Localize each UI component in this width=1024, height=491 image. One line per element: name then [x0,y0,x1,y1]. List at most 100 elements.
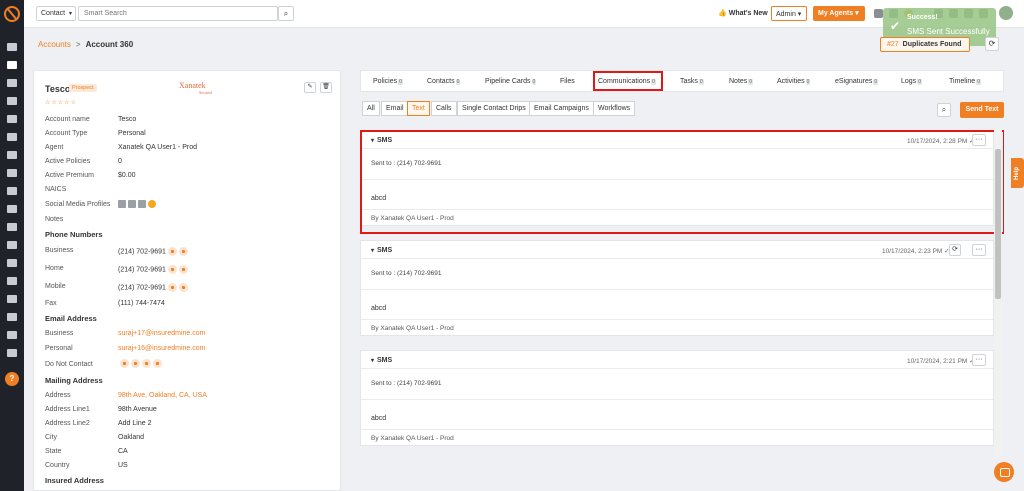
subtab-email-campaigns[interactable]: Email Campaigns [529,101,594,116]
duplicates-found-button[interactable]: #27 Duplicates Found [880,37,970,52]
folder-icon[interactable] [7,223,17,231]
sync-icon[interactable] [874,9,883,18]
no-call-icon[interactable] [142,359,151,368]
no-sms-icon[interactable] [131,359,140,368]
twitter-icon[interactable] [138,200,146,208]
sms-icon[interactable] [178,265,188,274]
whats-new-link[interactable]: 👍 What's New [718,9,768,17]
email-label: Personal [45,345,73,352]
subtab-calls[interactable]: Calls [431,101,457,116]
breadcrumb-accounts-link[interactable]: Accounts [38,40,71,49]
tab-files[interactable]: Files [560,78,575,85]
tab-logs[interactable]: Logs 0 [901,78,922,85]
more-options-icon[interactable]: ··· [972,354,986,366]
chart-icon[interactable] [7,205,17,213]
tab-timeline[interactable]: Timeline 0 [949,78,981,85]
calendar-icon[interactable] [7,259,17,267]
sms-icon[interactable] [178,247,188,256]
subtab-workflows[interactable]: Workflows [593,101,636,116]
message-type[interactable]: SMS [371,137,392,144]
phone-number[interactable]: (214) 702-9691 [118,248,166,255]
tab-label: Pipeline Cards [485,78,531,85]
plane-icon[interactable] [7,313,17,321]
address-label: Address Line1 [45,406,90,413]
dashboard-icon[interactable] [7,43,17,51]
duplicates-label: Duplicates Found [902,41,962,48]
subtab-email[interactable]: Email [381,101,409,116]
message-type[interactable]: SMS [371,247,392,254]
list-item-header[interactable] [361,131,993,149]
accounts-icon[interactable] [7,61,17,69]
more-options-icon[interactable]: ··· [972,244,986,256]
subtab-single-contact-drips[interactable]: Single Contact Drips [457,101,531,116]
subtab-text[interactable]: Text [407,101,430,116]
no-email-icon[interactable] [120,359,129,368]
policies-icon[interactable] [7,115,17,123]
search-icon[interactable]: ⌕ [278,6,294,21]
send-text-button[interactable]: Send Text [960,102,1004,118]
resend-icon[interactable]: ⟳ [949,244,961,256]
tab-tasks[interactable]: Tasks 0 [680,78,704,85]
message-type[interactable]: SMS [371,357,392,364]
smart-search-input[interactable] [78,6,278,21]
delete-icon[interactable]: 🗑 [320,82,332,93]
refresh-icon[interactable]: ⟳ [985,37,999,51]
admin-select[interactable]: Admin ▾ [771,6,807,21]
address-value[interactable]: 98th Ave, Oakland, CA, USA [118,392,207,399]
call-icon[interactable] [167,283,177,292]
tab-notes[interactable]: Notes 0 [729,78,754,85]
tab-policies[interactable]: Policies 0 [373,78,403,85]
megaphone-icon[interactable] [7,169,17,177]
google-icon[interactable] [7,241,17,249]
linkedin-icon[interactable] [118,200,126,208]
subtab-all[interactable]: All [362,101,380,116]
address-value: Add Line 2 [118,420,152,427]
list-item-header[interactable] [361,351,993,369]
chat-icon[interactable] [994,462,1014,482]
settings-gear-icon[interactable] [7,349,17,357]
tab-label: Activities [777,78,805,85]
question-icon[interactable]: ? [5,372,19,386]
phone-label: Mobile [45,283,66,290]
tab-count: 0 [698,79,704,85]
my-agents-button[interactable]: My Agents ▾ [813,6,865,21]
users-icon[interactable] [7,79,17,87]
tab-contacts[interactable]: Contacts 0 [427,78,461,85]
edit-icon[interactable]: ✎ [304,82,316,93]
call-icon[interactable] [167,265,177,274]
duplicates-count: #27 [887,41,899,48]
mail-icon[interactable] [7,295,17,303]
tab-pipeline-cards[interactable]: Pipeline Cards 0 [485,78,537,85]
search-icon[interactable]: ⌕ [937,103,951,117]
help-tab[interactable]: Help [1011,158,1024,188]
trend-icon[interactable] [7,331,17,339]
user-avatar[interactable] [997,4,1015,22]
no-mail-icon[interactable] [153,359,162,368]
reports-icon[interactable] [7,133,17,141]
search-type-select[interactable]: Contact ▾ [36,6,76,21]
divider [361,399,993,400]
tab-activities[interactable]: Activities 0 [777,78,811,85]
rating-stars[interactable]: ☆☆☆☆☆ [45,99,77,106]
app-logo[interactable] [4,6,20,22]
address-label: City [45,434,58,441]
phone-number[interactable]: (214) 702-9691 [118,284,166,291]
message-body: abcd [371,305,387,312]
more-options-icon[interactable]: ··· [972,134,986,146]
tab-esignatures[interactable]: eSignatures 0 [835,78,879,85]
clipboard-icon[interactable] [7,187,17,195]
email-value[interactable]: suraj+16@insuredmine.com [118,345,205,352]
address-label: State [45,448,62,455]
divider [361,179,993,180]
sms-icon[interactable] [178,283,188,292]
call-icon[interactable] [167,247,177,256]
bank-icon[interactable] [7,97,17,105]
vertical-scrollbar[interactable] [994,127,1002,457]
email-value[interactable]: suraj+17@insuredmine.com [118,330,205,337]
globe-icon[interactable] [148,200,156,208]
scrollbar-thumb[interactable] [995,149,1001,299]
filter-icon[interactable] [7,151,17,159]
phone-number[interactable]: (214) 702-9691 [118,266,166,273]
facebook-icon[interactable] [128,200,136,208]
document-icon[interactable] [7,277,17,285]
